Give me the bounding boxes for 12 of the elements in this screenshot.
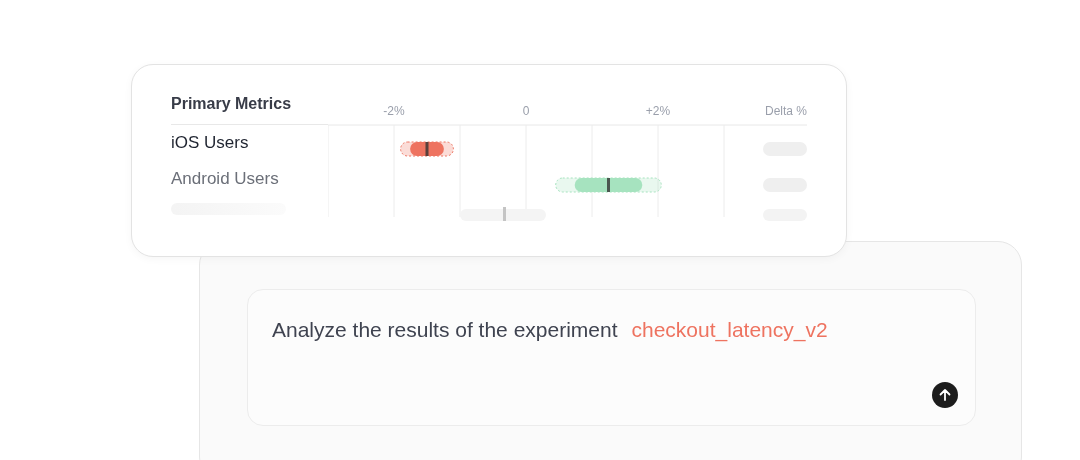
send-button[interactable] xyxy=(932,382,958,408)
prompt-field[interactable]: Analyze the results of the experiment checkout_latency_v2 xyxy=(247,289,976,426)
prompt-text: Analyze the results of the experiment xyxy=(272,318,618,343)
axis-tick-label: +2% xyxy=(645,104,671,118)
arrow-up-icon xyxy=(938,388,952,402)
column-header: Delta % xyxy=(764,104,807,118)
metric-label: iOS Users xyxy=(171,133,249,153)
card-title: Primary Metrics xyxy=(171,95,328,125)
axis-tick-label: -2% xyxy=(383,104,405,118)
metric-label: Android Users xyxy=(171,169,279,189)
experiment-name: checkout_latency_v2 xyxy=(631,318,828,344)
axis-tick-label: 0 xyxy=(522,104,530,118)
